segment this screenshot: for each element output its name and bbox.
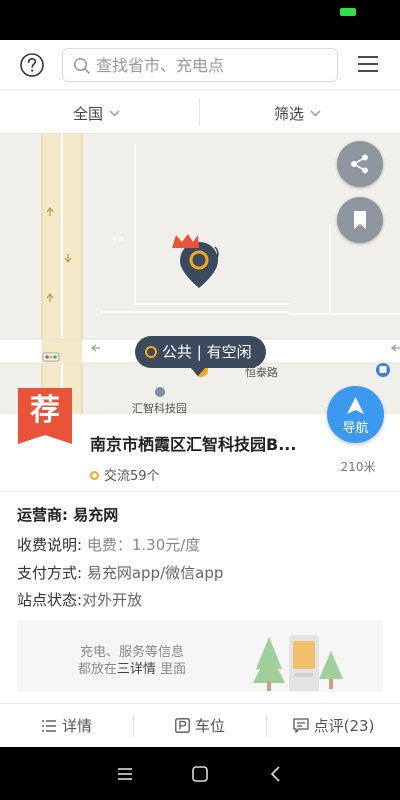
payment-row: 支付方式: 易充网app/微信app <box>17 562 223 583</box>
fee-label: 收费说明: <box>17 536 83 554</box>
fee-row: 收费说明: 电费：1.30元/度 <box>17 534 200 555</box>
ac-ring-icon <box>90 471 99 480</box>
chevron-down-icon <box>109 90 120 134</box>
payment-value: 易充网app/微信app <box>86 564 224 582</box>
operator-value: 易充网 <box>73 506 119 524</box>
filter-bar: 全国 筛选 <box>0 90 400 134</box>
charger-count-label: 交流59个 <box>104 469 160 484</box>
distance-label: 210米 <box>340 460 376 474</box>
recent-apps-icon[interactable] <box>115 764 135 784</box>
search-box[interactable] <box>62 48 338 82</box>
search-header <box>0 40 400 90</box>
navigate-label: 导航 <box>342 421 369 436</box>
status-value: 对外开放 <box>82 591 143 609</box>
operator-row: 运营商: 易充网 <box>17 504 118 525</box>
recommend-badge: 荐 <box>18 388 72 444</box>
parking-icon <box>175 706 190 750</box>
search-icon <box>73 57 90 74</box>
availability-ring-icon <box>145 346 157 358</box>
bottom-tab-bar: 详情 车位 点评(23) <box>0 703 400 747</box>
details-hint-banner: 充电、服务等信息 都放在三详情 里面 <box>17 620 383 692</box>
hint-suffix: 里面 <box>160 662 187 677</box>
marker-recommend-label: 推荐 <box>112 237 125 244</box>
home-icon[interactable] <box>190 764 210 784</box>
tab-parking-label: 车位 <box>194 717 225 735</box>
charging-station-illustration <box>253 635 343 691</box>
payment-label: 支付方式: <box>17 564 83 582</box>
tab-details-label: 详情 <box>61 717 92 735</box>
comment-icon <box>292 706 309 750</box>
menu-icon[interactable] <box>357 54 379 74</box>
status-row: 站点状态:对外开放 <box>17 589 142 610</box>
station-name: 南京市栖霞区汇智科技园B... <box>90 435 297 454</box>
region-filter-label: 全国 <box>73 105 104 123</box>
share-button[interactable] <box>337 141 383 187</box>
back-icon[interactable] <box>266 764 286 784</box>
share-icon <box>351 154 368 174</box>
recommend-badge-text: 荐 <box>30 393 60 428</box>
poi-label: 汇智科技园 <box>132 402 187 414</box>
filter-divider <box>199 98 200 126</box>
bookmark-button[interactable] <box>337 197 383 243</box>
hint-details-link: 三详情 <box>116 662 156 677</box>
tab-details[interactable]: 详情 <box>0 704 133 748</box>
options-filter[interactable]: 筛选 <box>274 90 321 134</box>
region-filter[interactable]: 全国 <box>73 90 120 134</box>
hint-line-2: 都放在三详情 里面 <box>17 658 247 677</box>
callout-text: 公共 | 有空闲 <box>162 343 252 361</box>
options-filter-label: 筛选 <box>274 105 305 123</box>
hint-prefix: 都放在 <box>77 662 117 677</box>
callout-tail <box>190 367 206 376</box>
help-icon[interactable] <box>19 52 45 78</box>
charger-count: 交流59个 <box>90 465 160 484</box>
status-label: 站点状态: <box>17 591 83 609</box>
status-bar <box>0 0 400 40</box>
map-view[interactable]: 推荐 恒泰路 汇智科技园 公共 | 有空闲 <box>0 134 400 414</box>
navigation-arrow-icon <box>347 397 364 414</box>
system-nav-bar <box>0 747 400 800</box>
tab-parking[interactable]: 车位 <box>134 704 266 748</box>
tab-reviews-label: 点评(23) <box>313 717 375 735</box>
app-screen: 全国 筛选 <box>0 0 400 800</box>
station-callout[interactable]: 公共 | 有空闲 <box>135 336 266 376</box>
navigate-button[interactable]: 导航 <box>327 386 384 443</box>
fee-value: 电费：1.30元/度 <box>86 536 201 554</box>
operator-label: 运营商: <box>17 506 68 524</box>
bookmark-icon <box>354 211 366 229</box>
chevron-down-icon <box>310 90 321 134</box>
search-input[interactable] <box>96 53 326 77</box>
list-icon <box>41 706 57 750</box>
battery-icon <box>340 8 356 16</box>
tab-reviews[interactable]: 点评(23) <box>267 704 400 748</box>
